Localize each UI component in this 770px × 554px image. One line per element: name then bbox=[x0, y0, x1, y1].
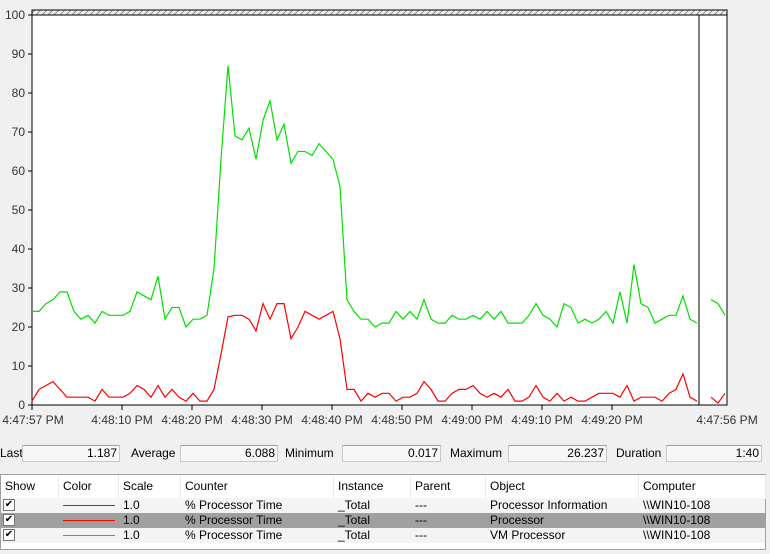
y-tick-label: 80 bbox=[12, 86, 26, 100]
parent-cell: --- bbox=[415, 528, 427, 542]
column-header-scale[interactable]: Scale bbox=[119, 475, 181, 499]
instance-cell: _Total bbox=[338, 513, 371, 527]
column-header-color[interactable]: Color bbox=[59, 475, 119, 499]
show-checkbox[interactable]: ✔ bbox=[3, 529, 15, 541]
y-tick-label: 60 bbox=[12, 164, 26, 178]
minimum-value: 0.017 bbox=[342, 445, 441, 462]
y-tick-label: 10 bbox=[12, 359, 26, 373]
column-header-show[interactable]: Show bbox=[1, 475, 59, 499]
show-checkbox[interactable]: ✔ bbox=[3, 514, 15, 526]
counter-cell: % Processor Time bbox=[185, 498, 283, 512]
x-tick-label: 4:48:30 PM bbox=[231, 413, 292, 427]
average-value: 6.088 bbox=[180, 445, 278, 462]
column-header-object[interactable]: Object bbox=[486, 475, 639, 499]
y-tick-label: 50 bbox=[12, 203, 26, 217]
y-tick-label: 40 bbox=[12, 242, 26, 256]
x-tick-label: 4:48:40 PM bbox=[301, 413, 362, 427]
column-header-instance[interactable]: Instance bbox=[334, 475, 411, 499]
x-tick-label: 4:48:10 PM bbox=[91, 413, 152, 427]
counter-cell: % Processor Time bbox=[185, 528, 283, 542]
column-header-parent[interactable]: Parent bbox=[411, 475, 486, 499]
object-cell: Processor Information bbox=[490, 498, 608, 512]
duration-label: Duration bbox=[616, 446, 662, 460]
y-tick-label: 30 bbox=[12, 281, 26, 295]
column-header-counter[interactable]: Counter bbox=[181, 475, 334, 499]
instance-cell: _Total bbox=[338, 528, 371, 542]
computer-cell: \\WIN10-108 bbox=[643, 498, 711, 512]
duration-value: 1:40 bbox=[666, 445, 762, 462]
maximum-value: 26.237 bbox=[508, 445, 607, 462]
x-tick-label: 4:47:56 PM bbox=[696, 413, 757, 427]
hatched-top-strip bbox=[31, 9, 728, 16]
maximum-label: Maximum bbox=[450, 446, 503, 460]
computer-cell: \\WIN10-108 bbox=[643, 513, 711, 527]
scale-cell: 1.0 bbox=[123, 513, 140, 527]
scale-cell: 1.0 bbox=[123, 498, 140, 512]
object-cell: Processor bbox=[490, 513, 545, 527]
y-tick-label: 0 bbox=[18, 398, 25, 412]
color-swatch bbox=[63, 535, 115, 536]
counter-cell: % Processor Time bbox=[185, 513, 283, 527]
y-tick-label: 20 bbox=[12, 320, 26, 334]
y-tick-label: 70 bbox=[12, 125, 26, 139]
x-tick-label: 4:48:50 PM bbox=[371, 413, 432, 427]
x-tick-label: 4:49:20 PM bbox=[581, 413, 642, 427]
minimum-label: Minimum bbox=[285, 446, 334, 460]
instance-cell: _Total bbox=[338, 498, 371, 512]
counter-row[interactable]: ✔ 1.0 % Processor Time _Total --- Processor \\… bbox=[1, 513, 765, 528]
counter-row[interactable]: ✔ 1.0 % Processor Time _Total --- VM Processo… bbox=[1, 528, 765, 543]
color-swatch bbox=[63, 520, 115, 521]
x-tick-label: 4:49:00 PM bbox=[441, 413, 502, 427]
show-checkbox[interactable]: ✔ bbox=[3, 499, 15, 511]
y-tick-label: 90 bbox=[12, 47, 26, 61]
x-tick-label: 4:49:10 PM bbox=[511, 413, 572, 427]
counter-table[interactable]: Show Color Scale Counter Instance Parent Objec… bbox=[0, 474, 766, 550]
scale-cell: 1.0 bbox=[123, 528, 140, 542]
color-swatch bbox=[63, 505, 115, 506]
computer-cell: \\WIN10-108 bbox=[643, 528, 711, 542]
performance-chart[interactable]: 0 10 20 30 40 50 60 70 80 90 100 4:47:57 PM 4:48:10… bbox=[0, 0, 770, 440]
parent-cell: --- bbox=[415, 498, 427, 512]
last-label: Last bbox=[0, 446, 23, 460]
parent-cell: --- bbox=[415, 513, 427, 527]
counter-row[interactable]: ✔ 1.0 % Processor Time _Total --- Processor I… bbox=[1, 498, 765, 513]
column-header-computer[interactable]: Computer bbox=[639, 475, 766, 499]
x-tick-label: 4:48:20 PM bbox=[161, 413, 222, 427]
y-tick-label: 100 bbox=[5, 8, 25, 22]
object-cell: VM Processor bbox=[490, 528, 566, 542]
average-label: Average bbox=[131, 446, 176, 460]
x-tick-label: 4:47:57 PM bbox=[2, 413, 63, 427]
last-value: 1.187 bbox=[22, 445, 120, 462]
plot-area bbox=[31, 14, 728, 406]
